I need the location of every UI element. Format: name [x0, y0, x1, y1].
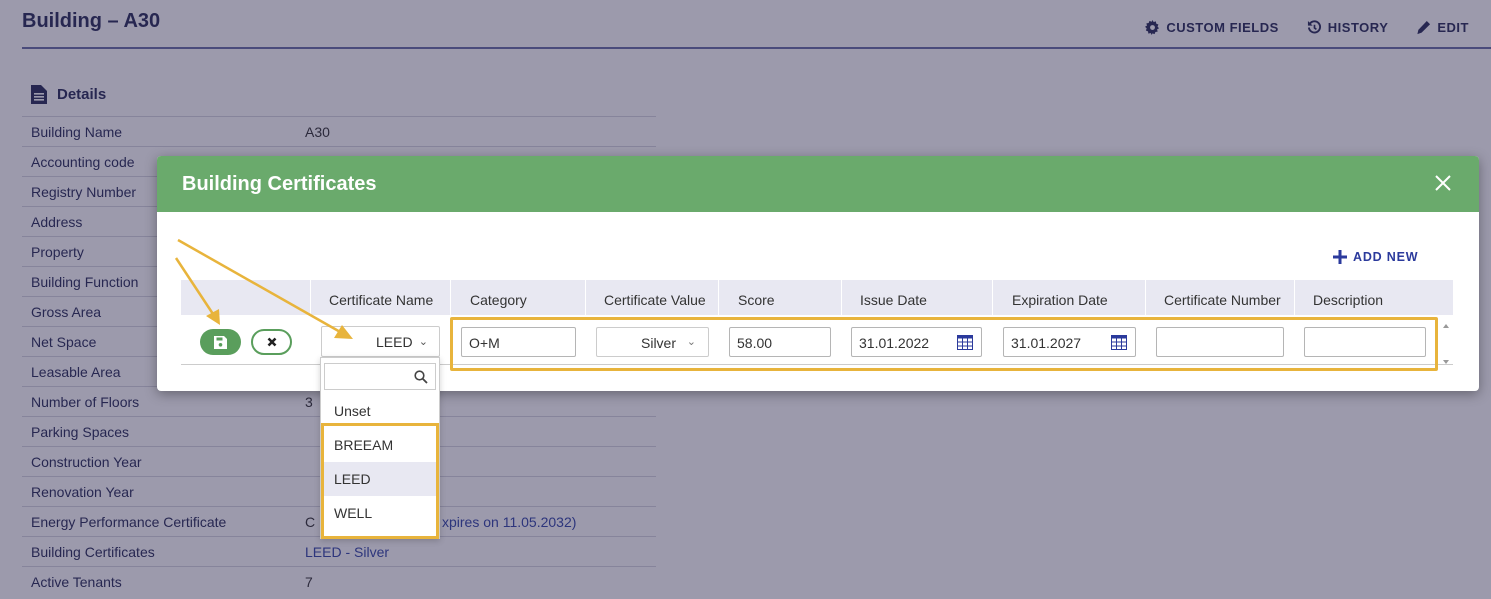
dropdown-option-breeam[interactable]: BREEAM	[321, 428, 439, 462]
modal-header: Building Certificates	[157, 156, 1479, 212]
chevron-down-icon: ⌄	[686, 336, 696, 348]
column-header-certificate-value[interactable]: Certificate Value	[586, 280, 719, 315]
add-new-label: ADD NEW	[1353, 250, 1419, 264]
column-header-description[interactable]: Description	[1295, 280, 1453, 315]
plus-icon	[1333, 250, 1347, 264]
save-button[interactable]	[200, 329, 241, 355]
close-icon[interactable]	[1433, 173, 1453, 193]
chevron-down-icon: ⌄	[418, 336, 428, 348]
modal-title: Building Certificates	[182, 173, 377, 195]
cancel-button[interactable]	[251, 329, 292, 355]
building-certificates-modal: Building Certificates ADD NEW Certificat…	[157, 156, 1479, 391]
issue-date-input[interactable]: 31.01.2022	[851, 327, 982, 357]
grid-header: Certificate Name Category Certificate Va…	[181, 280, 1453, 315]
column-header-expiration-date[interactable]: Expiration Date	[993, 280, 1146, 315]
calendar-icon[interactable]	[957, 335, 973, 350]
certificate-value-value: Silver	[641, 335, 677, 351]
column-header-certificate-name[interactable]: Certificate Name	[311, 280, 451, 315]
search-icon	[414, 370, 428, 384]
calendar-icon[interactable]	[1111, 335, 1127, 350]
expiration-date-input[interactable]: 31.01.2027	[1003, 327, 1136, 357]
vertical-scrollbar[interactable]	[1440, 322, 1452, 366]
certificate-name-dropdown: Unset BREEAM LEED WELL	[320, 357, 440, 539]
close-icon	[267, 337, 276, 347]
column-header-score[interactable]: Score	[719, 280, 842, 315]
dropdown-option-leed[interactable]: LEED	[321, 462, 439, 496]
column-header-certificate-number[interactable]: Certificate Number	[1146, 280, 1295, 315]
score-value: 58.00	[737, 335, 773, 351]
issue-date-value: 31.01.2022	[859, 335, 930, 351]
certificate-name-value: LEED	[376, 334, 413, 350]
column-header-actions	[181, 280, 311, 315]
dropdown-search-input[interactable]	[324, 363, 436, 390]
certificate-number-input[interactable]	[1156, 327, 1284, 357]
category-value: O+M	[469, 335, 500, 351]
column-header-category[interactable]: Category	[451, 280, 586, 315]
dropdown-option-unset[interactable]: Unset	[321, 394, 439, 428]
description-input[interactable]	[1304, 327, 1426, 357]
column-header-issue-date[interactable]: Issue Date	[842, 280, 993, 315]
add-new-button[interactable]: ADD NEW	[1333, 250, 1418, 264]
expiration-date-value: 31.01.2027	[1011, 335, 1082, 351]
certificate-value-select[interactable]: Silver ⌄	[596, 327, 709, 357]
certificate-name-select[interactable]: LEED ⌄	[321, 326, 440, 357]
dropdown-option-well[interactable]: WELL	[321, 496, 439, 530]
save-icon	[214, 335, 227, 349]
category-input[interactable]: O+M	[461, 327, 576, 357]
score-input[interactable]: 58.00	[729, 327, 831, 357]
